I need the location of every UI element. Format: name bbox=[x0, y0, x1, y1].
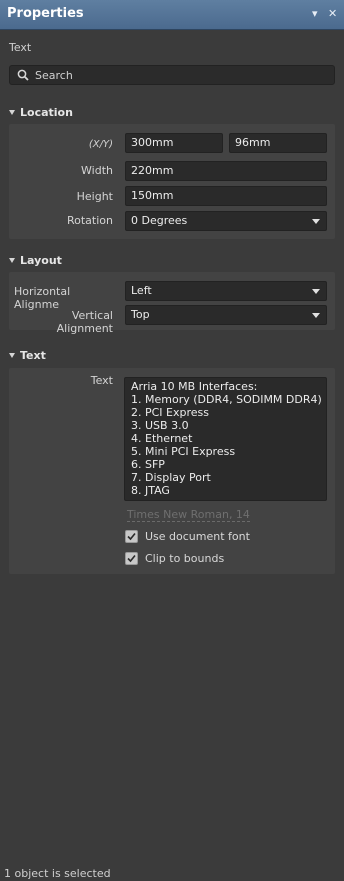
text-line: 4. Ethernet bbox=[131, 432, 193, 445]
checkmark-icon bbox=[127, 532, 136, 541]
text-line: 5. Mini PCI Express bbox=[131, 445, 236, 458]
chevron-down-icon bbox=[312, 313, 320, 318]
vertical-alignment-label: Vertical Alignment bbox=[56, 309, 113, 335]
use-document-font-label[interactable]: Use document font bbox=[145, 530, 250, 543]
vertical-alignment-value: Top bbox=[131, 308, 150, 321]
checkmark-icon bbox=[127, 554, 136, 563]
xy-label: (X/Y) bbox=[88, 139, 113, 150]
height-label: Height bbox=[76, 190, 113, 203]
height-field[interactable]: 150mm bbox=[125, 186, 327, 206]
text-section-header[interactable]: Text bbox=[9, 349, 46, 362]
rotation-dropdown[interactable]: 0 Degrees bbox=[125, 211, 327, 231]
text-line: 2. PCI Express bbox=[131, 406, 209, 419]
width-field[interactable]: 220mm bbox=[125, 161, 327, 181]
text-line: 3. USB 3.0 bbox=[131, 419, 189, 432]
collapse-triangle-icon bbox=[9, 110, 15, 115]
text-line: 7. Display Port bbox=[131, 471, 211, 484]
clip-to-bounds-checkbox[interactable] bbox=[125, 552, 138, 565]
rotation-value: 0 Degrees bbox=[131, 214, 188, 227]
collapse-triangle-icon bbox=[9, 258, 15, 263]
chevron-down-icon bbox=[312, 289, 320, 294]
selection-type-label: Text bbox=[9, 41, 32, 54]
width-label: Width bbox=[81, 164, 113, 177]
chevron-down-icon bbox=[312, 219, 320, 224]
search-icon bbox=[17, 69, 29, 81]
use-document-font-checkbox[interactable] bbox=[125, 530, 138, 543]
horizontal-alignment-value: Left bbox=[131, 284, 152, 297]
search-placeholder: Search bbox=[35, 69, 73, 82]
clip-to-bounds-label[interactable]: Clip to bounds bbox=[145, 552, 224, 565]
panel-title-bar: Properties ▾ ✕ bbox=[0, 0, 344, 30]
panel-close-icon[interactable]: ✕ bbox=[328, 7, 337, 20]
status-bar-text: 1 object is selected bbox=[4, 867, 111, 880]
panel-menu-icon[interactable]: ▾ bbox=[312, 7, 318, 20]
text-label: Text bbox=[90, 374, 113, 387]
panel-title: Properties bbox=[7, 6, 84, 21]
y-field[interactable]: 96mm bbox=[229, 133, 327, 153]
vertical-alignment-dropdown[interactable]: Top bbox=[125, 305, 327, 325]
text-line: Arria 10 MB Interfaces: bbox=[131, 380, 258, 393]
text-line: 8. JTAG bbox=[131, 484, 170, 497]
x-field[interactable]: 300mm bbox=[125, 133, 223, 153]
location-section-header[interactable]: Location bbox=[9, 106, 73, 119]
collapse-triangle-icon bbox=[9, 353, 15, 358]
layout-section-header[interactable]: Layout bbox=[9, 254, 62, 267]
horizontal-alignment-dropdown[interactable]: Left bbox=[125, 281, 327, 301]
font-selector-link[interactable]: Times New Roman, 14 bbox=[127, 509, 250, 522]
text-line: 6. SFP bbox=[131, 458, 165, 471]
rotation-label: Rotation bbox=[66, 214, 113, 227]
horizontal-alignment-label: Horizontal Alignme bbox=[14, 285, 71, 311]
text-line: 1. Memory (DDR4, SODIMM DDR4) bbox=[131, 393, 322, 406]
text-content-field[interactable]: Arria 10 MB Interfaces: 1. Memory (DDR4,… bbox=[124, 377, 327, 501]
search-input[interactable]: Search bbox=[9, 65, 335, 85]
